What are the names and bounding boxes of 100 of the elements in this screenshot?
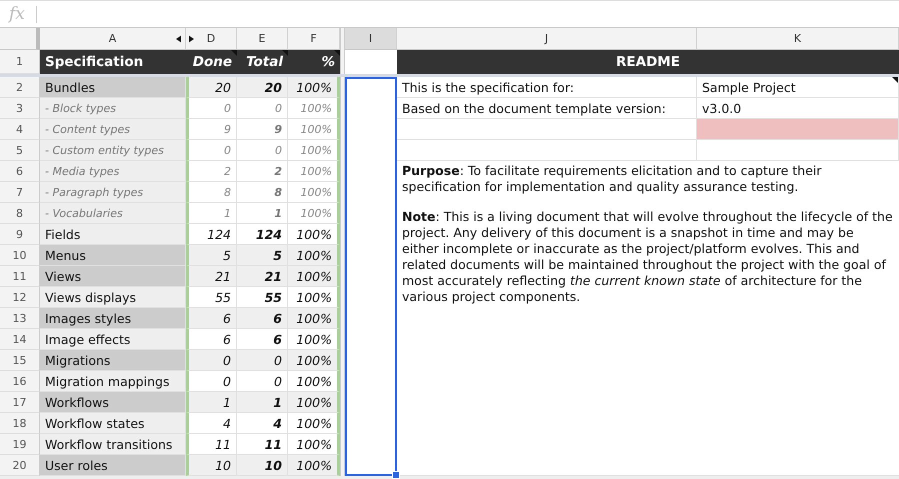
table-cell: 9 bbox=[237, 119, 288, 140]
table-cell: 100% bbox=[288, 161, 340, 182]
table-cell: 0 bbox=[237, 98, 288, 119]
row-number[interactable]: 1 bbox=[0, 50, 40, 74]
table-cell: - Content types bbox=[40, 119, 186, 140]
header-cell: % bbox=[288, 50, 340, 74]
fx-label: fx bbox=[9, 4, 25, 24]
table-cell: 100% bbox=[288, 98, 340, 119]
table-cell: 4 bbox=[186, 413, 237, 434]
table-cell: 124 bbox=[237, 224, 288, 245]
table-cell: 55 bbox=[186, 287, 237, 308]
table-cell: 100% bbox=[288, 371, 340, 392]
table-cell: 1 bbox=[186, 392, 237, 413]
table-cell: 10 bbox=[186, 455, 237, 476]
table-cell: 6 bbox=[237, 308, 288, 329]
table-cell: 0 bbox=[237, 371, 288, 392]
row-number[interactable]: 3 bbox=[0, 98, 40, 119]
column-header[interactable]: D bbox=[186, 28, 237, 50]
table-cell: Views bbox=[40, 266, 186, 287]
table-cell: - Block types bbox=[40, 98, 186, 119]
table-cell: Workflow states bbox=[40, 413, 186, 434]
row-number[interactable]: 6 bbox=[0, 161, 40, 182]
table-cell: Migrations bbox=[40, 350, 186, 371]
table-cell: 100% bbox=[288, 329, 340, 350]
table-cell: 100% bbox=[288, 203, 340, 224]
table-cell: 5 bbox=[237, 245, 288, 266]
row-number[interactable]: 17 bbox=[0, 392, 40, 413]
table-cell: Views displays bbox=[40, 287, 186, 308]
row-number[interactable]: 20 bbox=[0, 455, 40, 476]
table-cell: v3.0.0 bbox=[697, 98, 899, 119]
table-cell: 0 bbox=[237, 140, 288, 161]
row-number[interactable]: 19 bbox=[0, 434, 40, 455]
table-cell: 55 bbox=[237, 287, 288, 308]
row-number[interactable]: 16 bbox=[0, 371, 40, 392]
row-number[interactable]: 8 bbox=[0, 203, 40, 224]
header-cell: Total bbox=[237, 50, 288, 74]
table-cell: 100% bbox=[288, 245, 340, 266]
table-cell: This is the specification for: bbox=[397, 77, 697, 98]
table-cell: 100% bbox=[288, 287, 340, 308]
table-cell: 100% bbox=[288, 308, 340, 329]
table-cell: 20 bbox=[237, 77, 288, 98]
table-cell: 100% bbox=[288, 434, 340, 455]
row-number[interactable]: 14 bbox=[0, 329, 40, 350]
table-cell: Based on the document template version: bbox=[397, 98, 697, 119]
table-cell: 6 bbox=[186, 308, 237, 329]
table-cell: Fields bbox=[40, 224, 186, 245]
table-cell: 5 bbox=[186, 245, 237, 266]
table-cell: 100% bbox=[288, 413, 340, 434]
table-cell: 100% bbox=[288, 392, 340, 413]
table-cell: Workflows bbox=[40, 392, 186, 413]
table-cell: 100% bbox=[288, 140, 340, 161]
table-cell: 2 bbox=[237, 161, 288, 182]
table-cell: - Media types bbox=[40, 161, 186, 182]
table-cell: 8 bbox=[237, 182, 288, 203]
column-header[interactable]: F bbox=[288, 28, 340, 50]
row-number[interactable]: 4 bbox=[0, 119, 40, 140]
header-cell: README bbox=[397, 50, 899, 74]
table-cell: 0 bbox=[186, 140, 237, 161]
table-cell: User roles bbox=[40, 455, 186, 476]
row-number[interactable]: 12 bbox=[0, 287, 40, 308]
column-header[interactable]: A bbox=[40, 28, 186, 50]
table-cell: - Vocabularies bbox=[40, 203, 186, 224]
header-cell: Done bbox=[186, 50, 237, 74]
table-cell: 11 bbox=[237, 434, 288, 455]
paragraph: Note: This is a living document that will evolve throughout the lifecycle of the project. Any delivery of this document is a snapshot in time and may be either incomplete or inaccurate as the project/platform evolves. This and related documents will be maintained throughout the project with the goal of most accurately reflecting the current known state of architecture for the various project components. bbox=[402, 209, 894, 305]
table-cell: 124 bbox=[186, 224, 237, 245]
table-cell: 21 bbox=[186, 266, 237, 287]
table-cell: 4 bbox=[237, 413, 288, 434]
column-header[interactable]: I bbox=[345, 28, 397, 50]
row-number[interactable]: 18 bbox=[0, 413, 40, 434]
table-cell: 0 bbox=[186, 350, 237, 371]
row-number[interactable]: 11 bbox=[0, 266, 40, 287]
column-header[interactable]: K bbox=[697, 28, 899, 50]
table-cell: 2 bbox=[186, 161, 237, 182]
fill-handle[interactable] bbox=[392, 471, 400, 479]
row-number[interactable]: 13 bbox=[0, 308, 40, 329]
paragraph: Purpose: To facilitate requirements elicitation and to capture their specification for implementation and quality assurance testing. bbox=[402, 163, 823, 195]
table-cell: Bundles bbox=[40, 77, 186, 98]
row-number[interactable]: 7 bbox=[0, 182, 40, 203]
column-header[interactable]: E bbox=[237, 28, 288, 50]
table-cell: 21 bbox=[237, 266, 288, 287]
table-cell: Migration mappings bbox=[40, 371, 186, 392]
table-cell: 100% bbox=[288, 350, 340, 371]
row-number[interactable]: 5 bbox=[0, 140, 40, 161]
row-number[interactable]: 15 bbox=[0, 350, 40, 371]
column-header[interactable]: J bbox=[397, 28, 697, 50]
table-cell: 1 bbox=[237, 203, 288, 224]
table-cell: Sample Project bbox=[697, 77, 899, 98]
table-cell: 10 bbox=[237, 455, 288, 476]
table-cell: 0 bbox=[186, 371, 237, 392]
left-arrow-icon[interactable] bbox=[176, 35, 181, 43]
row-number[interactable]: 10 bbox=[0, 245, 40, 266]
table-cell: 1 bbox=[186, 203, 237, 224]
row-number[interactable]: 9 bbox=[0, 224, 40, 245]
row-number[interactable]: 2 bbox=[0, 77, 40, 98]
right-arrow-icon[interactable] bbox=[189, 35, 194, 43]
table-cell: 100% bbox=[288, 182, 340, 203]
table-cell: 100% bbox=[288, 455, 340, 476]
table-cell: 11 bbox=[186, 434, 237, 455]
table-cell: 0 bbox=[186, 98, 237, 119]
